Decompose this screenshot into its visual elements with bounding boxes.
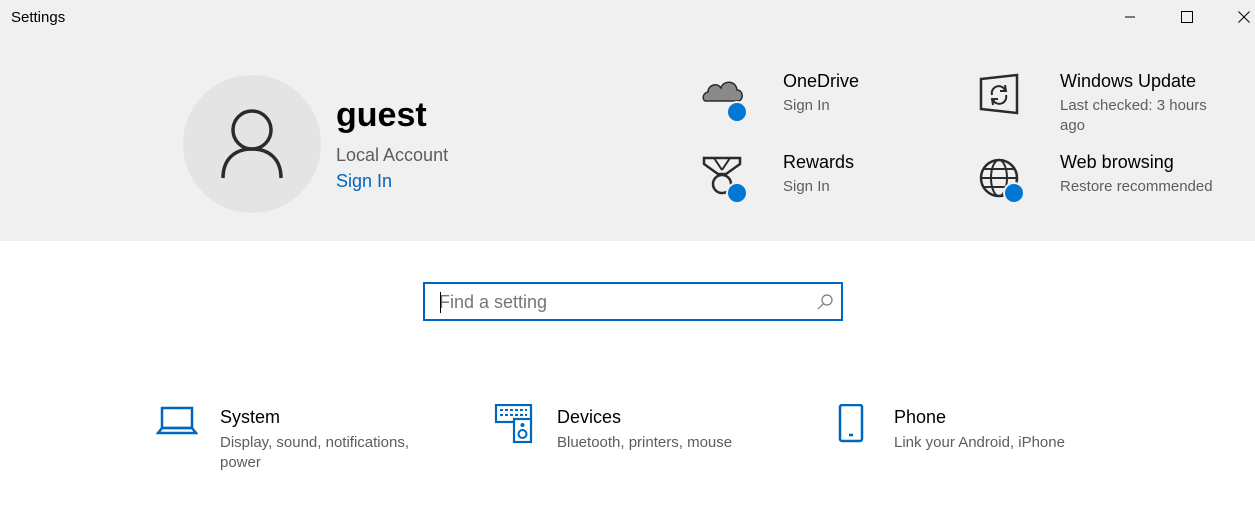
web-browsing-title: Web browsing [1060,152,1174,172]
laptop-icon [156,406,198,435]
rewards-tile[interactable]: Rewards Sign In [700,152,920,212]
phone-title: Phone [894,407,947,427]
system-title: System [220,407,281,427]
minimize-button[interactable] [1107,0,1153,34]
avatar[interactable] [183,75,321,213]
category-system[interactable]: System Display, sound, notifications, po… [156,404,446,474]
settings-window: Settings guest Local Account Sign In One… [0,0,1255,506]
medal-icon [700,152,750,204]
person-icon [221,109,283,179]
account-header: guest Local Account Sign In OneDrive Sig… [0,36,1255,241]
minimize-icon [1125,16,1135,18]
globe-icon [977,152,1027,204]
windows-update-title: Windows Update [1060,71,1197,91]
search-input[interactable] [439,291,809,313]
rewards-title: Rewards [783,152,855,172]
onedrive-tile[interactable]: OneDrive Sign In [700,71,920,131]
text-caret [440,292,441,313]
maximize-button[interactable] [1164,0,1210,34]
rewards-subtitle: Sign In [783,178,830,195]
account-sign-in-link[interactable]: Sign In [336,171,392,192]
search-icon[interactable] [816,293,834,311]
devices-icon [494,404,533,444]
close-button[interactable] [1221,0,1255,34]
close-icon [1238,11,1250,23]
category-phone[interactable]: Phone Link your Android, iPhone [834,404,1114,454]
search-box[interactable] [423,282,843,321]
window-title: Settings [11,9,66,26]
phone-icon [838,404,864,443]
category-devices[interactable]: Devices Bluetooth, printers, mouse [494,404,774,454]
windows-update-tile[interactable]: Windows Update Last checked: 3 hours ago [977,71,1237,141]
phone-subtitle: Link your Android, iPhone [894,434,1065,451]
update-icon [977,71,1027,121]
title-bar: Settings [0,0,1255,36]
cloud-icon [700,71,750,123]
web-browsing-tile[interactable]: Web browsing Restore recommended [977,152,1237,222]
onedrive-subtitle: Sign In [783,97,830,114]
windows-update-subtitle: Last checked: 3 hours ago [1060,97,1207,134]
user-name: guest [336,96,427,134]
web-browsing-subtitle: Restore recommended [1060,178,1213,195]
account-type: Local Account [336,145,449,165]
maximize-icon [1181,11,1193,23]
devices-title: Devices [557,407,622,427]
devices-subtitle: Bluetooth, printers, mouse [557,434,733,451]
system-subtitle: Display, sound, notifications, power [220,434,409,471]
onedrive-title: OneDrive [783,71,860,91]
